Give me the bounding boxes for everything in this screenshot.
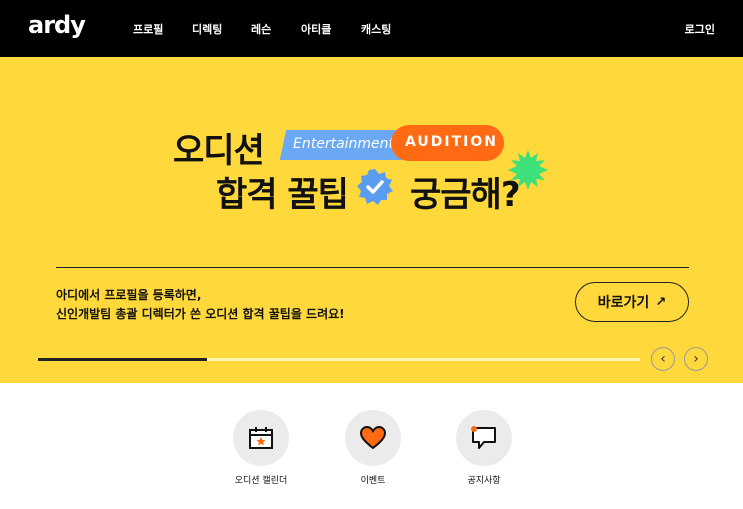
slide-progress-fill [38, 358, 207, 361]
hero-banner[interactable]: Entertainment 오디션 AUDITION 합격 꿀팁 궁금해? 아디… [0, 57, 743, 383]
page: ardy 프로필 디렉팅 레슨 아티클 캐스팅 로그인 Entertainmen… [0, 0, 743, 509]
prev-slide-button[interactable]: ‹ [651, 347, 675, 371]
chevron-right-icon: › [693, 351, 699, 367]
login-link[interactable]: 로그인 [685, 21, 715, 37]
banner-divider [56, 267, 689, 268]
chevron-left-icon: ‹ [660, 351, 666, 367]
nav-casting[interactable]: 캐스팅 [361, 21, 391, 37]
nav-article[interactable]: 아티클 [301, 21, 331, 37]
entertainment-tag: Entertainment [293, 136, 395, 152]
quick-menu-notice-label: 공지사항 [467, 476, 501, 486]
next-slide-button[interactable]: › [684, 347, 708, 371]
headline-line2-part1: 합격 꿀팁 [216, 175, 349, 215]
audition-tag: AUDITION [405, 134, 498, 150]
goto-button[interactable]: 바로가기 ↗ [575, 282, 689, 322]
notice-bubble-icon [471, 426, 496, 449]
slide-progress-bar [38, 358, 640, 361]
calendar-icon [249, 427, 273, 449]
verified-badge-icon [357, 169, 393, 205]
quick-menu-calendar-circle[interactable] [233, 410, 289, 466]
ardy-logo[interactable]: ardy [28, 11, 86, 39]
banner-description-line2: 신인개발팀 총괄 디렉터가 쓴 오디션 합격 꿀팁을 드려요! [56, 307, 345, 321]
quick-menu-calendar-label: 오디션 캘린더 [234, 476, 288, 486]
quick-menu-notice[interactable]: 공지사항 [444, 410, 524, 486]
quick-menu-event-circle[interactable] [345, 410, 401, 466]
top-header: ardy 프로필 디렉팅 레슨 아티클 캐스팅 로그인 [0, 0, 743, 57]
goto-button-label: 바로가기 [597, 295, 650, 311]
quick-menu-notice-circle[interactable] [456, 410, 512, 466]
quick-menu-calendar[interactable]: 오디션 캘린더 [221, 410, 301, 486]
headline-line1: 오디션 [173, 131, 265, 171]
banner-description-line1: 아디에서 프로필을 등록하면, [56, 288, 202, 302]
nav-directing[interactable]: 디렉팅 [192, 21, 222, 37]
nav-profile[interactable]: 프로필 [133, 21, 163, 37]
quick-menu-event-label: 이벤트 [360, 476, 386, 486]
nav-lesson[interactable]: 레슨 [251, 21, 271, 37]
heart-icon [360, 426, 386, 450]
quick-menu-event[interactable]: 이벤트 [333, 410, 413, 486]
arrow-up-right-icon: ↗ [655, 294, 667, 310]
headline-line2-part2: 궁금해? [410, 175, 521, 215]
